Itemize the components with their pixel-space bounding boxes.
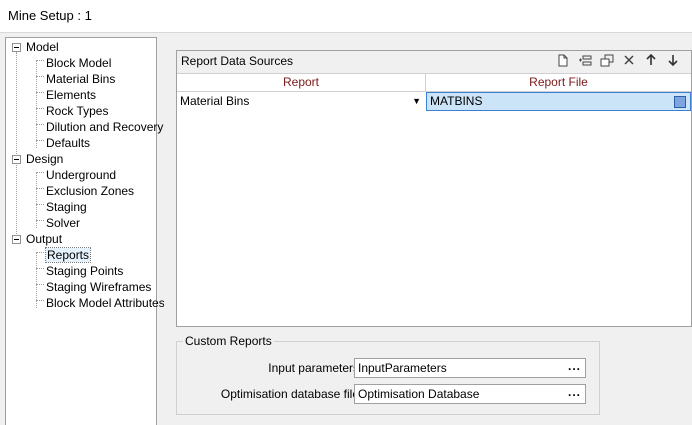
window-title: Mine Setup : 1 [8,8,92,23]
optimisation-db-browse-button[interactable]: ... [568,385,581,399]
new-icon[interactable] [555,54,571,70]
title-bar: Mine Setup : 1 [0,0,692,33]
move-down-icon[interactable] [665,54,681,70]
column-header-report-file[interactable]: Report File [426,74,691,92]
delete-icon[interactable] [621,54,637,70]
move-up-icon[interactable] [643,53,659,70]
column-header-report[interactable]: Report [177,74,426,92]
duplicate-icon[interactable] [599,54,615,70]
input-parameters-value: InputParameters [358,361,447,375]
report-value: Material Bins [180,94,250,108]
report-file-value: MATBINS [430,94,483,108]
report-select-cell[interactable]: Material Bins ▼ [177,92,425,111]
tree-item-material-bins[interactable]: Material Bins [46,71,115,87]
tree-category-output[interactable]: Output [26,231,62,247]
tree-item-staging-points[interactable]: Staging Points [46,263,123,279]
report-data-sources-grid: Report Data Sources Report Report File M… [176,50,692,327]
grid-title: Report Data Sources [181,54,294,68]
tree-item-staging[interactable]: Staging [46,199,87,215]
input-parameters-label: Input parameters [268,361,359,375]
tree-item-reports[interactable]: Reports [44,247,92,263]
tree-category-model[interactable]: Model [26,39,59,55]
custom-reports-legend: Custom Reports [183,334,274,348]
insert-icon[interactable] [577,54,593,70]
grid-header: Report Data Sources [177,51,691,74]
tree-item-block-model-attributes[interactable]: Block Model Attributes [46,295,165,311]
tree-item-staging-wireframes[interactable]: Staging Wireframes [46,279,151,295]
tree-item-exclusion-zones[interactable]: Exclusion Zones [46,183,134,199]
report-file-cell[interactable]: MATBINS [426,92,691,111]
tree-category-design[interactable]: Design [26,151,63,167]
navigation-tree[interactable]: Model Block Model Material Bins Elements… [5,37,165,425]
collapse-output-icon[interactable] [12,235,21,244]
tree-item-rock-types[interactable]: Rock Types [46,103,108,119]
browse-file-icon[interactable] [674,96,686,108]
optimisation-db-field[interactable]: Optimisation Database ... [354,384,586,404]
tree-item-underground[interactable]: Underground [46,167,116,183]
collapse-design-icon[interactable] [12,155,21,164]
tree-item-dilution-recovery[interactable]: Dilution and Recovery [46,119,163,135]
tree-item-solver[interactable]: Solver [46,215,80,231]
optimisation-db-label: Optimisation database file [220,387,359,401]
dropdown-arrow-icon[interactable]: ▼ [412,92,421,111]
collapse-model-icon[interactable] [12,43,21,52]
tree-item-defaults[interactable]: Defaults [46,135,90,151]
custom-reports-group: Custom Reports Input parameters InputPar… [176,334,600,415]
input-parameters-field[interactable]: InputParameters ... [354,358,586,378]
reports-panel: Report Data Sources Report Report File M… [164,37,692,424]
input-parameters-browse-button[interactable]: ... [568,359,581,373]
optimisation-db-value: Optimisation Database [358,387,480,401]
tree-item-elements[interactable]: Elements [46,87,96,103]
tree-item-block-model[interactable]: Block Model [46,55,111,71]
